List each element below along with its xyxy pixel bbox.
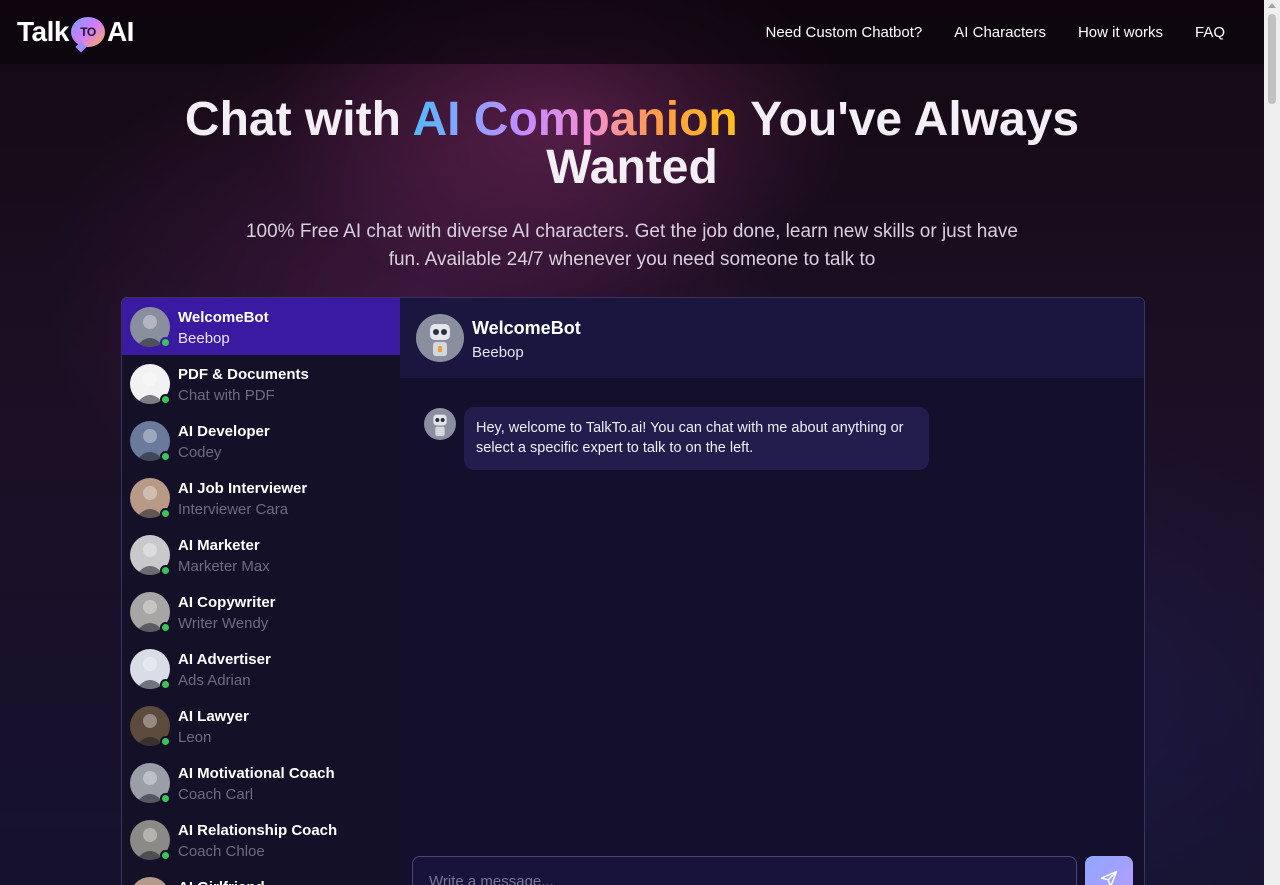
contact-name: AI Copywriter — [178, 594, 276, 611]
contact-avatar — [130, 306, 171, 348]
contact-text: AI Girlfriend — [178, 878, 265, 885]
message-input-wrapper — [412, 856, 1077, 885]
bot-message-bubble: Hey, welcome to TalkTo.ai! You can chat … — [464, 407, 929, 470]
contact-avatar — [130, 363, 171, 405]
contact-avatar — [130, 477, 171, 519]
contact-subtitle: Codey — [178, 444, 222, 461]
online-status-dot — [160, 849, 171, 861]
chat-panel: WelcomeBot Beebop Hey, welcome to TalkTo… — [400, 298, 1144, 885]
contact-text: AI Marketer Marketer Max — [178, 536, 270, 577]
contact-avatar — [130, 876, 170, 885]
contact-subtitle: Marketer Max — [178, 558, 270, 575]
sidebar-contact[interactable]: AI Lawyer Leon — [122, 697, 400, 754]
contact-name: PDF & Documents — [178, 366, 309, 383]
scroll-up-arrow-icon[interactable] — [1268, 3, 1276, 8]
online-status-dot — [160, 735, 171, 747]
contact-subtitle: Ads Adrian — [178, 672, 251, 689]
contact-avatar — [130, 591, 171, 633]
logo-text-talk: Talk — [17, 16, 69, 47]
contact-text: AI Developer Codey — [178, 422, 270, 463]
contact-subtitle: Coach Carl — [178, 786, 254, 803]
chat-header-sub: Beebop — [472, 344, 524, 361]
contact-avatar — [130, 762, 171, 804]
contact-text: PDF & Documents Chat with PDF — [178, 365, 309, 406]
page-scrollbar[interactable] — [1264, 0, 1280, 885]
online-status-dot — [160, 393, 171, 405]
chat-header: WelcomeBot Beebop — [400, 298, 1144, 378]
main-nav: Need Custom Chatbot? AI Characters How i… — [766, 24, 1226, 41]
chat-header-name: WelcomeBot — [472, 318, 581, 338]
sidebar-contact[interactable]: AI Girlfriend — [122, 868, 400, 885]
nav-ai-characters[interactable]: AI Characters — [954, 24, 1046, 41]
contact-subtitle: Beebop — [178, 330, 230, 347]
contact-name: AI Job Interviewer — [178, 480, 308, 497]
character-sidebar: WelcomeBot Beebop PDF & Documents Chat with… — [122, 298, 400, 885]
hero-title: Chat with AI Companion You've Always Wan… — [120, 96, 1144, 192]
logo-text-ai: AI — [106, 16, 135, 47]
online-status-dot — [160, 792, 171, 804]
sidebar-contact[interactable]: AI Job Interviewer Interviewer Cara — [122, 469, 400, 526]
contact-name: AI Motivational Coach — [178, 765, 335, 782]
nav-faq[interactable]: FAQ — [1195, 24, 1225, 41]
contact-avatar — [130, 819, 171, 861]
hero-title-highlight: AI Companion — [412, 93, 738, 146]
sidebar-contact[interactable]: PDF & Documents Chat with PDF — [122, 355, 400, 412]
online-status-dot — [160, 621, 171, 633]
contact-text: AI Advertiser Ads Adrian — [178, 650, 271, 691]
sidebar-contact[interactable]: AI Marketer Marketer Max — [122, 526, 400, 583]
contact-avatar — [130, 705, 171, 747]
contact-name: AI Lawyer — [178, 708, 249, 725]
hero-subtitle: 100% Free AI chat with diverse AI charac… — [245, 221, 1018, 270]
contact-subtitle: Interviewer Cara — [178, 501, 289, 518]
robot-message-avatar-icon — [424, 408, 456, 440]
contact-name: AI Relationship Coach — [178, 822, 338, 839]
contact-text: AI Lawyer Leon — [178, 707, 249, 748]
contact-subtitle: Coach Chloe — [178, 843, 265, 860]
sidebar-contact[interactable]: AI Advertiser Ads Adrian — [122, 640, 400, 697]
contact-subtitle: Leon — [178, 729, 212, 746]
nav-custom-chatbot[interactable]: Need Custom Chatbot? — [766, 24, 923, 41]
send-icon — [1100, 870, 1118, 885]
online-status-dot — [160, 507, 171, 519]
contact-name: WelcomeBot — [178, 309, 269, 326]
contact-name: AI Developer — [178, 423, 270, 440]
scroll-thumb[interactable] — [1268, 14, 1276, 104]
top-navbar: Talk TO AI Need Custom Chatbot? AI Chara… — [0, 0, 1264, 64]
talkto-logo[interactable]: Talk TO AI — [17, 16, 134, 48]
contact-subtitle: Chat with PDF — [178, 387, 275, 404]
contact-avatar — [130, 420, 171, 462]
sidebar-contact[interactable]: AI Copywriter Writer Wendy — [122, 583, 400, 640]
contact-name: AI Advertiser — [178, 651, 271, 668]
avatar-image — [130, 876, 170, 885]
contact-name: AI Girlfriend — [178, 878, 265, 885]
logo-bubble-icon: TO — [70, 17, 105, 47]
sidebar-contact[interactable]: AI Developer Codey — [122, 412, 400, 469]
nav-how-it-works[interactable]: How it works — [1078, 24, 1163, 41]
sidebar-contact[interactable]: AI Motivational Coach Coach Carl — [122, 754, 400, 811]
send-button[interactable] — [1085, 856, 1133, 885]
contact-text: WelcomeBot Beebop — [178, 308, 269, 349]
message-input[interactable] — [413, 857, 1076, 885]
robot-avatar-icon — [416, 314, 464, 362]
sidebar-contact[interactable]: WelcomeBot Beebop — [122, 298, 400, 355]
logo-bubble-text: TO — [80, 25, 96, 39]
contact-text: AI Job Interviewer Interviewer Cara — [178, 479, 307, 520]
contact-subtitle: Writer Wendy — [178, 615, 269, 632]
contact-avatar — [130, 648, 171, 690]
hero-title-part1: Chat with — [184, 93, 413, 146]
contact-text: AI Motivational Coach Coach Carl — [178, 764, 335, 805]
online-status-dot — [160, 678, 171, 690]
chat-widget: WelcomeBot Beebop PDF & Documents Chat with… — [121, 297, 1145, 885]
contact-text: AI Relationship Coach Coach Chloe — [178, 821, 337, 862]
contact-name: AI Marketer — [178, 537, 260, 554]
online-status-dot — [160, 450, 171, 462]
online-status-dot — [160, 336, 171, 348]
contact-text: AI Copywriter Writer Wendy — [178, 593, 276, 634]
sidebar-contact[interactable]: AI Relationship Coach Coach Chloe — [122, 811, 400, 868]
online-status-dot — [160, 564, 171, 576]
contact-avatar — [130, 534, 171, 576]
